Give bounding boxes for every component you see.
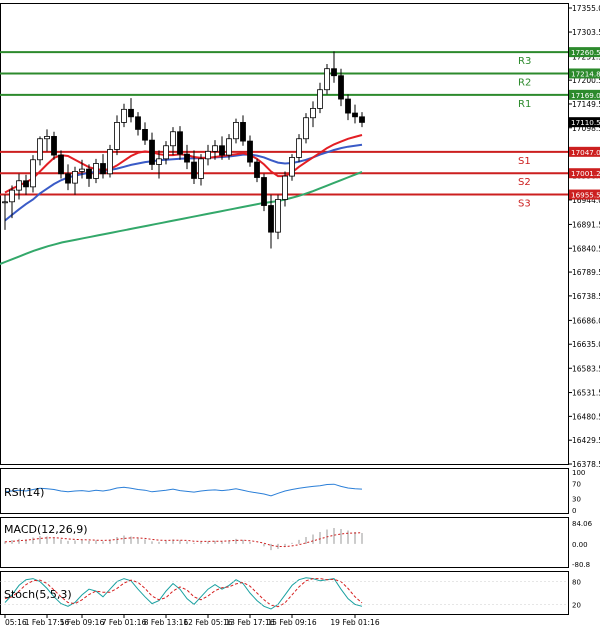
level-price-label: 17214.8 xyxy=(571,69,600,78)
current-price-label: 17110.5 xyxy=(571,118,600,127)
candle-bear xyxy=(51,136,57,156)
price-tick-label: 17303.5 xyxy=(572,28,600,37)
price-tick-label: 16429.5 xyxy=(572,436,600,445)
candle-bear xyxy=(247,140,253,163)
trading-chart[interactable]: 17355.017303.517251.517200.517149.517098… xyxy=(0,0,600,631)
price-tick-label: 16531.5 xyxy=(572,389,600,398)
candle-bear xyxy=(142,129,148,141)
level-name-s2: S2 xyxy=(518,177,531,188)
price-tick-label: 16378.5 xyxy=(572,460,600,469)
level-price-label: 17047.0 xyxy=(571,148,600,157)
candle-bull xyxy=(205,150,211,160)
price-tick-label: 16738.5 xyxy=(572,292,600,301)
candle-bear xyxy=(100,163,106,175)
candle-bear xyxy=(268,205,274,233)
level-name-r2: R2 xyxy=(518,77,531,88)
candle-bear xyxy=(23,180,29,188)
candle-bull xyxy=(114,122,120,150)
candle-bear xyxy=(254,161,260,178)
time-tick-label: 15 Feb 09:16 xyxy=(267,618,316,627)
candle-bull xyxy=(163,145,169,160)
candle-bull xyxy=(289,157,295,177)
candle-bull xyxy=(317,89,323,109)
candle-bull xyxy=(44,136,50,140)
candle-bear xyxy=(177,131,183,155)
candle-bull xyxy=(324,68,330,91)
candle-bull xyxy=(310,107,316,119)
rsi-tick-label: 0 xyxy=(572,507,576,515)
candle-bear xyxy=(58,154,64,175)
candle-bear xyxy=(65,173,71,184)
price-tick-label: 16635.0 xyxy=(572,340,600,349)
level-price-label: 17169.0 xyxy=(571,91,600,100)
candle-bear xyxy=(345,98,351,114)
candle-bear xyxy=(219,145,225,156)
level-name-s3: S3 xyxy=(518,199,531,210)
candle-bear xyxy=(352,112,358,118)
rsi-tick-label: 30 xyxy=(572,496,581,504)
macd-tick-label: 0.00 xyxy=(572,541,588,549)
candle-bull xyxy=(233,122,239,140)
time-tick-label: 05:16 xyxy=(5,618,27,627)
level-name-r3: R3 xyxy=(518,56,531,67)
time-tick-label: 7 Feb 01:16 xyxy=(102,618,147,627)
level-price-label: 16955.5 xyxy=(571,191,600,200)
stoch-panel-frame xyxy=(0,571,569,615)
candle-bull xyxy=(282,175,288,200)
candle-bear xyxy=(338,75,344,100)
candle-bull xyxy=(296,138,302,158)
candle-bull xyxy=(93,163,99,179)
candle-bull xyxy=(303,117,309,140)
price-tick-label: 16480.5 xyxy=(572,412,600,421)
candle-bull xyxy=(107,149,113,175)
price-tick-label: 17149.5 xyxy=(572,100,600,109)
stoch-tick-label: 20 xyxy=(572,601,581,609)
level-name-s1: S1 xyxy=(518,156,531,167)
price-tick-label: 16686.0 xyxy=(572,316,600,325)
candle-bull xyxy=(121,108,127,123)
candle-bear xyxy=(261,177,267,206)
price-tick-label: 17355.0 xyxy=(572,4,600,13)
candle-bear xyxy=(149,139,155,165)
candle-bull xyxy=(156,158,162,165)
candle-bull xyxy=(198,158,204,179)
rsi-label: RSI(14) xyxy=(4,486,44,499)
level-name-r1: R1 xyxy=(518,99,531,110)
level-price-label: 17001.2 xyxy=(571,169,600,178)
rsi-tick-label: 100 xyxy=(572,469,585,477)
candle-bull xyxy=(275,199,281,233)
stoch-label: Stoch(5,5,3) xyxy=(4,588,72,601)
candle-bull xyxy=(79,168,85,172)
candle-bull xyxy=(2,201,8,204)
candle-bear xyxy=(86,168,92,179)
time-tick-label: 19 Feb 01:16 xyxy=(330,618,379,627)
price-tick-label: 16891.5 xyxy=(572,220,600,229)
candle-bull xyxy=(37,138,43,161)
stoch-tick-label: 80 xyxy=(572,579,581,587)
time-tick-label: 5 Feb 09:16 xyxy=(60,618,105,627)
macd-tick-label: -80.8 xyxy=(572,561,590,569)
rsi-tick-label: 70 xyxy=(572,480,581,488)
candle-bear xyxy=(128,108,134,118)
candle-bull xyxy=(16,180,22,191)
level-price-label: 17260.5 xyxy=(571,48,600,57)
candle-bull xyxy=(30,159,36,188)
price-tick-label: 16840.5 xyxy=(572,244,600,253)
candle-bear xyxy=(359,116,365,123)
candle-bull xyxy=(72,171,78,184)
price-tick-label: 16789.5 xyxy=(572,268,600,277)
candle-bear xyxy=(191,161,197,179)
candle-bull xyxy=(170,131,176,147)
macd-tick-label: 84.06 xyxy=(572,520,593,528)
candle-bear xyxy=(240,122,246,142)
candle-bull xyxy=(212,145,218,152)
candle-bear xyxy=(331,68,337,77)
candle-bear xyxy=(184,153,190,163)
candle-bull xyxy=(226,138,232,156)
price-tick-label: 16583.5 xyxy=(572,364,600,373)
candle-bear xyxy=(135,116,141,130)
time-tick-label: 8 Feb 13:16 xyxy=(144,618,189,627)
candle-bull xyxy=(9,189,15,203)
macd-label: MACD(12,26,9) xyxy=(4,523,88,536)
